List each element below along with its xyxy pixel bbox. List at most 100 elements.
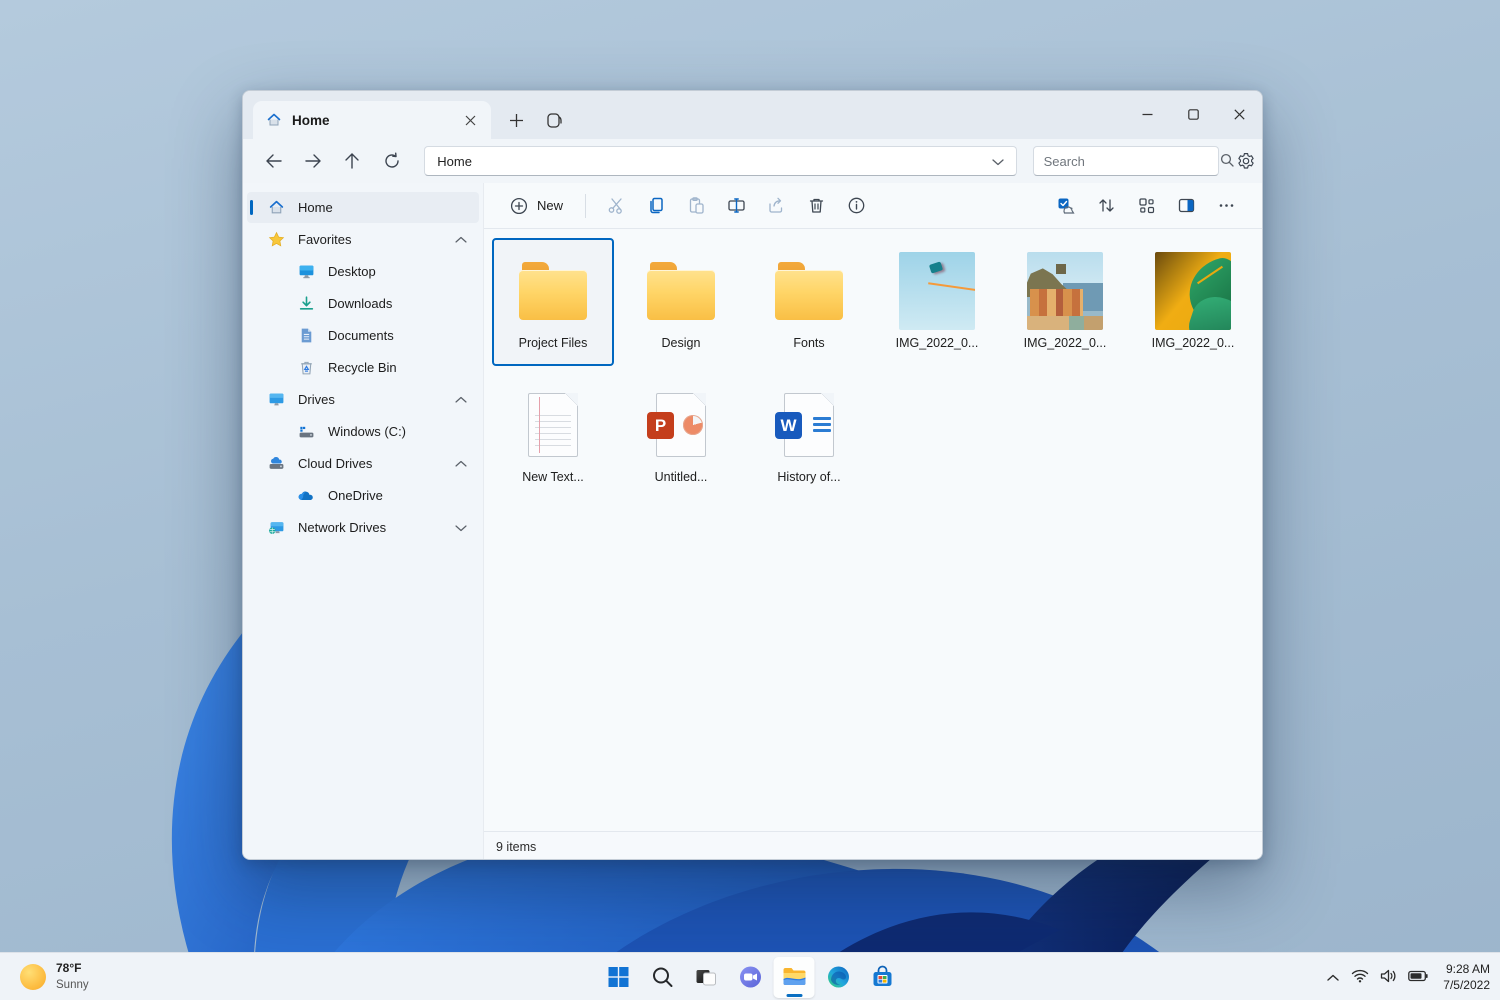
sidebar-item-network-drives[interactable]: Network Drives [247,512,479,543]
toolbar-divider [585,194,586,218]
status-bar: 9 items [484,831,1262,860]
chevron-up-icon[interactable] [455,396,467,404]
new-tab-button[interactable] [503,107,529,133]
close-button[interactable] [1216,91,1262,137]
multi-select-toggle-icon[interactable] [1048,189,1084,223]
settings-gear-icon[interactable] [1231,145,1262,177]
chevron-down-icon[interactable] [455,524,467,532]
rename-icon[interactable] [718,189,754,223]
search-input[interactable] [1044,154,1220,169]
cloud-drives-icon [267,455,285,473]
chevron-up-icon[interactable] [455,460,467,468]
more-options-button[interactable] [1208,189,1244,223]
sidebar-item-label: Cloud Drives [298,456,372,471]
volume-icon[interactable] [1380,969,1397,986]
sidebar-item-documents[interactable]: Documents [247,320,479,351]
paste-icon[interactable] [678,189,714,223]
taskbar: 78°F Sunny [0,952,1500,1000]
edge-icon [826,965,850,989]
file-tile-img-3[interactable]: IMG_2022_0... [1132,238,1254,366]
file-name: IMG_2022_0... [1024,336,1107,350]
back-button[interactable] [257,144,290,178]
sidebar-item-drives[interactable]: Drives [247,384,479,415]
refresh-button[interactable] [375,144,408,178]
file-name: IMG_2022_0... [896,336,979,350]
sidebar-item-label: Windows (C:) [328,424,406,439]
folder-icon [775,262,843,320]
clock-date: 7/5/2022 [1443,978,1490,992]
file-tile-project-files[interactable]: Project Files [492,238,614,366]
hidden-icons-chevron-icon[interactable] [1326,970,1340,985]
sidebar-item-desktop[interactable]: Desktop [247,256,479,287]
search-icon [651,966,673,988]
recycle-bin-icon [297,359,315,377]
sidebar-item-downloads[interactable]: Downloads [247,288,479,319]
file-grid: Project Files Design Fonts [484,229,1262,503]
file-tile-img-1[interactable]: IMG_2022_0... [876,238,998,366]
share-icon[interactable] [758,189,794,223]
sidebar-item-label: Desktop [328,264,376,279]
weather-condition: Sunny [56,979,89,991]
taskbar-search-button[interactable] [642,957,683,998]
edge-button[interactable] [818,957,859,998]
file-explorer-window: Home [242,90,1263,860]
battery-icon[interactable] [1408,970,1428,985]
task-view-button[interactable] [686,957,727,998]
drives-icon [267,391,285,409]
sidebar-item-onedrive[interactable]: OneDrive [247,480,479,511]
chat-button[interactable] [730,957,771,998]
tab-overview-button[interactable] [541,107,567,133]
sidebar-item-favorites[interactable]: Favorites [247,224,479,255]
forward-button[interactable] [296,144,329,178]
minimize-button[interactable] [1124,91,1170,137]
file-explorer-button[interactable] [774,957,815,998]
file-tile-history-doc[interactable]: W History of... [748,372,870,500]
navigation-bar: Home [243,139,1262,183]
start-button[interactable] [598,957,639,998]
cut-icon[interactable] [598,189,634,223]
copy-icon[interactable] [638,189,674,223]
file-tile-new-text[interactable]: New Text... [492,372,614,500]
file-name: History of... [777,470,840,484]
address-text: Home [437,154,983,169]
file-tile-design[interactable]: Design [620,238,742,366]
taskbar-apps [598,953,903,1000]
file-tile-untitled-ppt[interactable]: P Untitled... [620,372,742,500]
sort-button[interactable] [1088,189,1124,223]
file-name: Project Files [519,336,588,350]
taskbar-clock[interactable]: 9:28 AM 7/5/2022 [1439,961,1490,993]
text-file-icon [528,393,578,457]
tab-home[interactable]: Home [253,101,491,139]
file-tile-img-2[interactable]: IMG_2022_0... [1004,238,1126,366]
file-tile-fonts[interactable]: Fonts [748,238,870,366]
sidebar-item-home[interactable]: Home [247,192,479,223]
search-box[interactable] [1033,146,1219,176]
file-explorer-icon [781,964,807,990]
store-button[interactable] [862,957,903,998]
documents-icon [297,327,315,345]
wifi-icon[interactable] [1351,969,1369,986]
folder-icon [519,262,587,320]
up-button[interactable] [336,144,369,178]
maximize-button[interactable] [1170,91,1216,137]
chevron-up-icon[interactable] [455,236,467,244]
properties-icon[interactable] [838,189,874,223]
new-button[interactable]: New [500,191,573,221]
weather-widget[interactable]: 78°F Sunny [12,953,97,1000]
view-button[interactable] [1128,189,1164,223]
chat-icon [738,965,762,989]
sidebar-item-windows-c[interactable]: Windows (C:) [247,416,479,447]
command-toolbar: New [484,183,1262,229]
delete-icon[interactable] [798,189,834,223]
address-bar[interactable]: Home [424,146,1016,176]
sidebar-item-label: Downloads [328,296,392,311]
address-dropdown-chevron-icon[interactable] [992,154,1004,169]
selection-indicator [250,200,253,215]
system-tray: 9:28 AM 7/5/2022 [1326,953,1490,1000]
preview-pane-button[interactable] [1168,189,1204,223]
tab-title: Home [292,113,448,128]
tab-close-icon[interactable] [457,107,483,133]
sidebar-item-recycle-bin[interactable]: Recycle Bin [247,352,479,383]
sidebar-item-cloud-drives[interactable]: Cloud Drives [247,448,479,479]
file-name: IMG_2022_0... [1152,336,1235,350]
